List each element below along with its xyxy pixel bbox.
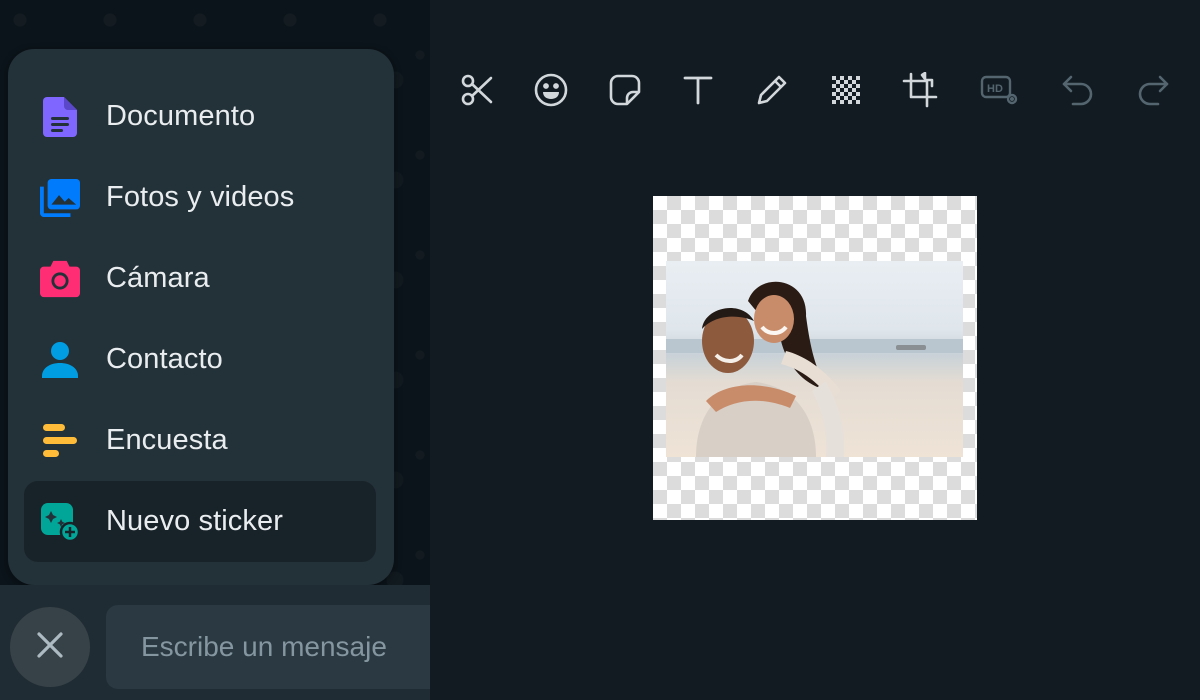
message-input[interactable]: Escribe un mensaje xyxy=(106,605,430,689)
menu-item-contacto[interactable]: Contacto xyxy=(24,319,376,400)
menu-item-encuesta[interactable]: Encuesta xyxy=(24,400,376,481)
document-icon xyxy=(40,96,80,137)
menu-item-label: Fotos y videos xyxy=(106,181,295,213)
emoji-icon[interactable] xyxy=(531,70,571,110)
menu-item-nuevo-sticker[interactable]: Nuevo sticker xyxy=(24,481,376,562)
camera-icon xyxy=(40,259,80,299)
menu-item-label: Cámara xyxy=(106,262,210,294)
attach-menu: Documento Fotos y videos Cámara Contacto… xyxy=(8,49,394,585)
menu-item-documento[interactable]: Documento xyxy=(24,76,376,157)
message-placeholder: Escribe un mensaje xyxy=(141,631,387,662)
couple-photo xyxy=(666,261,963,457)
sticker-icon xyxy=(40,502,80,542)
menu-item-fotos-videos[interactable]: Fotos y videos xyxy=(24,157,376,238)
menu-item-camara[interactable]: Cámara xyxy=(24,238,376,319)
hd-settings-icon: HD xyxy=(980,70,1020,110)
close-icon xyxy=(35,630,65,665)
photos-icon xyxy=(40,178,80,218)
svg-text:HD: HD xyxy=(987,83,1003,95)
close-button[interactable] xyxy=(10,607,90,687)
pixelate-icon[interactable] xyxy=(826,70,866,110)
poll-icon xyxy=(40,421,80,461)
scissors-icon[interactable] xyxy=(457,70,497,110)
contact-icon xyxy=(40,340,80,380)
redo-icon xyxy=(1133,70,1173,110)
menu-item-label: Encuesta xyxy=(106,424,228,456)
sticker-canvas[interactable] xyxy=(653,196,977,520)
text-icon[interactable] xyxy=(678,70,718,110)
menu-item-label: Nuevo sticker xyxy=(106,505,283,537)
pencil-icon[interactable] xyxy=(752,70,792,110)
crop-icon[interactable] xyxy=(900,70,940,110)
menu-item-label: Contacto xyxy=(106,343,223,375)
sticker-tool-icon[interactable] xyxy=(605,70,645,110)
menu-item-label: Documento xyxy=(106,100,256,132)
undo-icon xyxy=(1058,70,1098,110)
